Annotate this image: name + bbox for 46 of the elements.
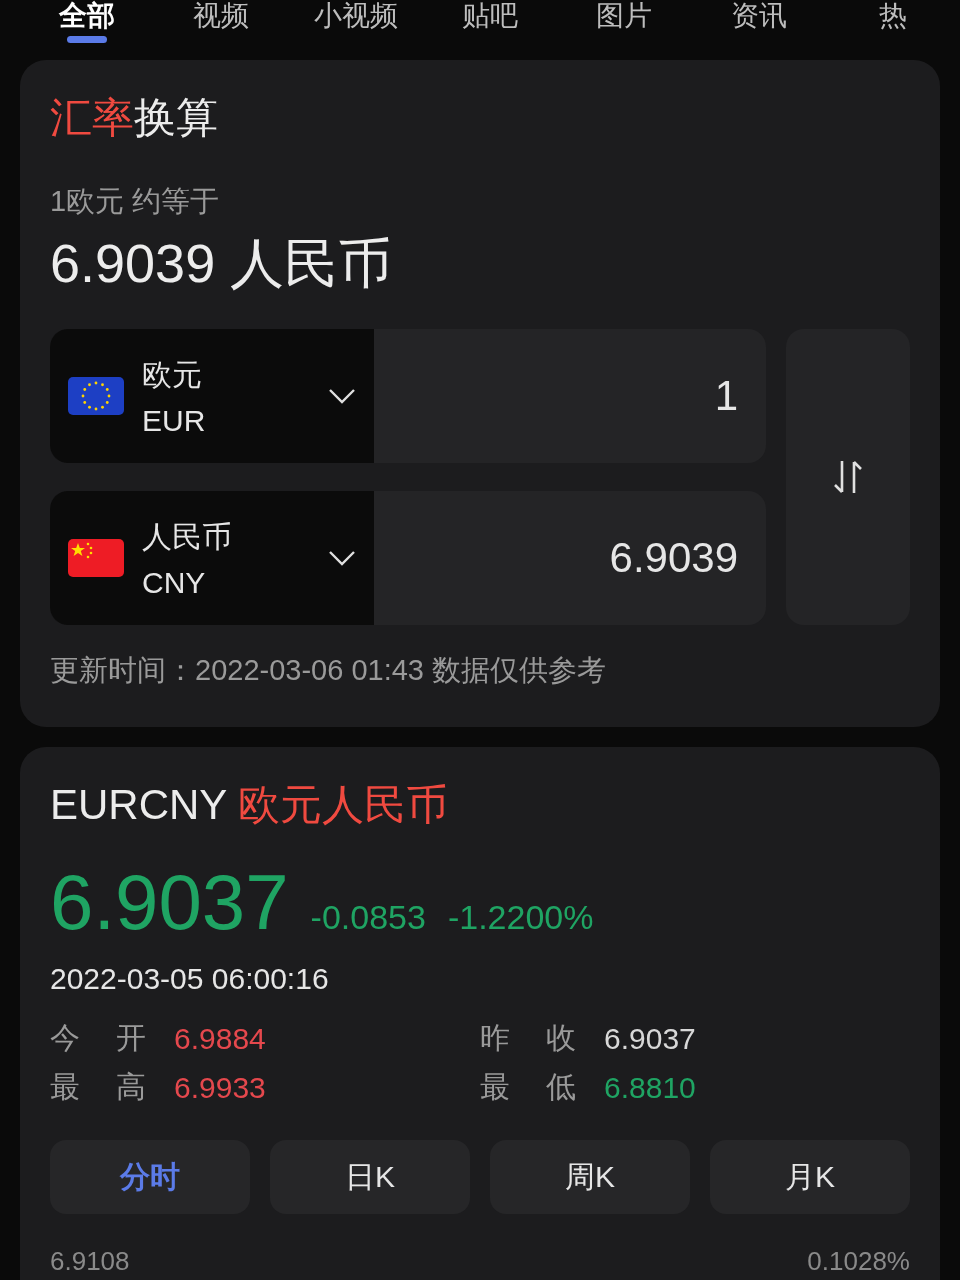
stat-value: 6.9933 <box>174 1070 266 1105</box>
card-title: 汇率换算 <box>50 93 219 143</box>
currency-name: 欧元 <box>142 356 203 393</box>
swap-button[interactable] <box>786 329 910 625</box>
nav-tab[interactable]: 图片 <box>596 0 653 32</box>
amount-value: 1 <box>713 371 739 421</box>
flag-icon <box>68 539 124 577</box>
stat-label: 最 高 <box>50 1069 146 1105</box>
chevron-down-icon <box>328 387 356 405</box>
amount-value: 6.9039 <box>608 533 739 583</box>
period-tab[interactable]: 日K <box>270 1140 470 1214</box>
rate-value: 6.9039 人民币 <box>50 232 394 295</box>
stat-label: 最 低 <box>480 1069 576 1105</box>
period-tab[interactable]: 周K <box>490 1140 690 1214</box>
stat-value: 6.8810 <box>604 1070 696 1105</box>
nav-tab[interactable]: 资讯 <box>730 0 787 32</box>
currency-picker[interactable]: 欧元 EUR <box>50 329 374 463</box>
stat-value: 6.9037 <box>604 1021 696 1056</box>
currency-code: CNY <box>142 565 207 600</box>
period-tab[interactable]: 月K <box>710 1140 910 1214</box>
chevron-down-icon <box>328 549 356 567</box>
nav-tab[interactable]: 贴吧 <box>462 0 518 32</box>
update-note: 更新时间：2022-03-06 01:43 数据仅供参考 <box>50 653 608 688</box>
stat-label: 昨 收 <box>480 1020 576 1056</box>
amount-field[interactable]: 人民币 CNY 6.9039 <box>50 491 766 625</box>
rate-caption: 1欧元 约等于 <box>50 184 221 219</box>
nav-tab[interactable]: 全部 <box>59 0 116 32</box>
price-value: 6.9037 <box>50 857 289 948</box>
nav-tab[interactable]: 视频 <box>193 0 250 32</box>
nav-tab[interactable]: 热 <box>878 0 907 32</box>
quote-time: 2022-03-05 06:00:16 <box>50 962 330 996</box>
currency-name: 人民币 <box>142 518 233 555</box>
currency-picker[interactable]: 人民币 CNY <box>50 491 374 625</box>
price-change: -0.0853 <box>310 898 426 937</box>
axis-label: 0.1028% <box>807 1246 910 1277</box>
tab-indicator <box>67 36 108 43</box>
axis-label: 6.9108 <box>50 1246 130 1277</box>
flag-icon <box>68 377 124 415</box>
nav-tab[interactable]: 小视频 <box>313 0 398 32</box>
percent-change: -1.2200% <box>447 898 594 937</box>
stat-value: 6.9884 <box>174 1021 266 1056</box>
amount-field[interactable]: 欧元 EUR 1 <box>50 329 766 463</box>
currency-code: EUR <box>142 403 207 438</box>
pair-title: EURCNY 欧元人民币 <box>50 780 450 830</box>
stat-label: 今 开 <box>50 1020 146 1056</box>
period-tab[interactable]: 分时 <box>50 1140 250 1214</box>
